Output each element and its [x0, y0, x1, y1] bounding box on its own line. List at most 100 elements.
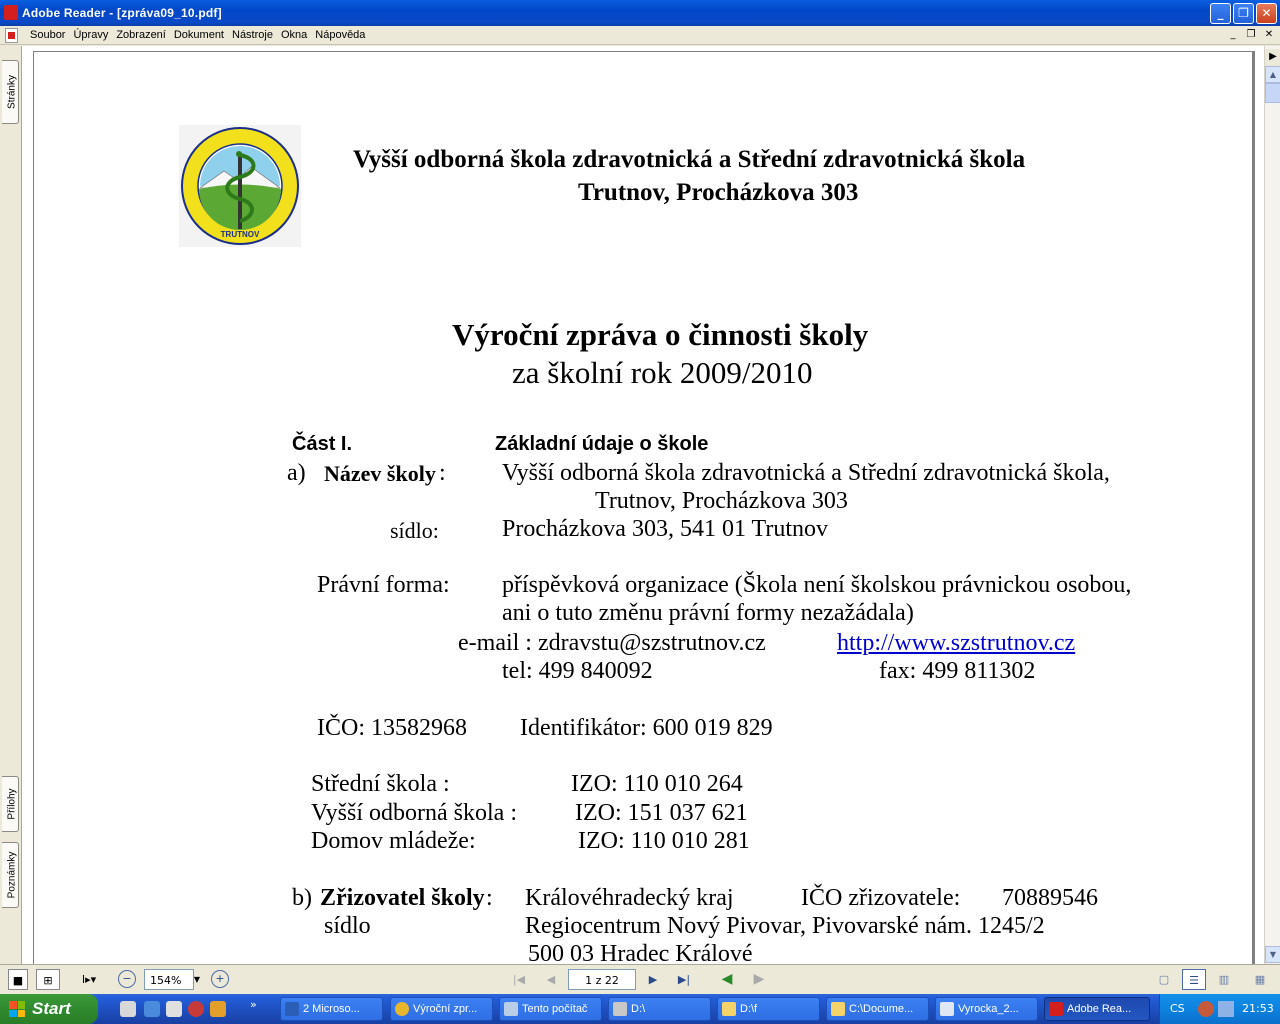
item-b-label: b): [292, 885, 312, 911]
continuous-icon[interactable]: ☰: [1182, 969, 1206, 990]
tool-quicklaunch-icon[interactable]: [210, 1001, 226, 1017]
continuous-facing-icon[interactable]: ▦: [1250, 969, 1270, 990]
app-quicklaunch-icon[interactable]: [188, 1001, 204, 1017]
scroll-down-button[interactable]: ▼: [1265, 946, 1280, 963]
quicklaunch-more-icon[interactable]: »: [250, 998, 257, 1011]
drive-icon: [613, 1002, 627, 1016]
menu-nastroje[interactable]: Nástroje: [228, 28, 277, 42]
menu-soubor[interactable]: Soubor: [26, 28, 69, 42]
tab-attachments-label: Přílohy: [6, 788, 18, 820]
start-button[interactable]: Start: [0, 994, 98, 1024]
menu-upravy[interactable]: Úpravy: [69, 28, 112, 42]
ico-text: IČO: 13582968: [317, 715, 467, 741]
tab-comments-label: Poznámky: [6, 851, 18, 899]
task-adobe-reader[interactable]: Adobe Rea...: [1044, 997, 1150, 1021]
title-bar[interactable]: Adobe Reader - [zpráva09_10.pdf] _ ❐ ✕: [0, 0, 1280, 26]
doc-restore-button[interactable]: ❐: [1244, 28, 1258, 42]
fit-page-icon[interactable]: ■: [8, 969, 28, 990]
previous-page-icon[interactable]: ◀: [540, 969, 562, 990]
menu-dokument[interactable]: Dokument: [170, 28, 228, 42]
scroll-up-button[interactable]: ▲: [1265, 66, 1280, 83]
panel-arrow-icon[interactable]: ▶: [1265, 49, 1280, 66]
menu-okna[interactable]: Okna: [277, 28, 311, 42]
doc-close-button[interactable]: ✕: [1262, 28, 1276, 42]
task-documents[interactable]: C:\Docume...: [826, 997, 929, 1021]
close-button[interactable]: ✕: [1256, 3, 1277, 24]
email-text: e-mail : zdravstu@szstrutnov.cz: [458, 630, 766, 656]
media-player-icon[interactable]: [166, 1001, 182, 1017]
first-page-icon[interactable]: |◀: [508, 969, 530, 990]
identifikator-text: Identifikátor: 600 019 829: [520, 715, 773, 741]
network-icon[interactable]: [1218, 1001, 1234, 1017]
page-number-input[interactable]: 1 z 22: [568, 969, 636, 990]
ie-icon[interactable]: [144, 1001, 160, 1017]
system-tray: CS 21:53: [1159, 994, 1280, 1024]
task-folder-f[interactable]: D:\f: [717, 997, 820, 1021]
fax-text: fax: 499 811302: [879, 658, 1036, 684]
zoom-in-icon[interactable]: +: [211, 970, 229, 988]
zoom-input[interactable]: 154%: [144, 969, 194, 990]
facing-icon[interactable]: ▥: [1214, 969, 1234, 990]
menu-zobrazeni[interactable]: Zobrazení: [112, 28, 170, 42]
show-desktop-icon[interactable]: [120, 1001, 136, 1017]
folder-icon: [831, 1002, 845, 1016]
document-view[interactable]: TRUTNOV Vyšší odborná škola zdravotnická…: [22, 46, 1264, 964]
tab-comments[interactable]: Poznámky: [2, 842, 19, 908]
document-icon: [940, 1002, 954, 1016]
school-logo: TRUTNOV: [179, 125, 301, 247]
minimize-button[interactable]: _: [1210, 3, 1231, 24]
task-browser[interactable]: Výroční zpr...: [390, 997, 493, 1021]
last-page-icon[interactable]: ▶|: [672, 969, 696, 990]
tray-expand-icon[interactable]: [1198, 1001, 1214, 1017]
word-icon: [285, 1002, 299, 1016]
zoom-dropdown-icon[interactable]: ▼: [192, 969, 202, 990]
next-page-icon[interactable]: ▶: [642, 969, 664, 990]
nazev-colon: :: [439, 460, 446, 486]
task-drive-d[interactable]: D:\: [608, 997, 711, 1021]
language-indicator[interactable]: CS: [1170, 1002, 1185, 1015]
zrizovatel-ico-value: 70889546: [1002, 885, 1098, 911]
taskbar: Start » 2 Microso... Výroční zpr... Tent…: [0, 994, 1280, 1024]
zoom-out-icon[interactable]: −: [118, 970, 136, 988]
tel-text: tel: 499 840092: [502, 658, 653, 684]
svg-text:TRUTNOV: TRUTNOV: [221, 230, 260, 239]
actual-size-icon[interactable]: ⊞: [36, 969, 60, 990]
select-tool-icon[interactable]: I▸▾: [74, 969, 104, 990]
go-back-icon[interactable]: ◀: [716, 969, 738, 990]
zrizovatel-address-2: 500 03 Hradec Králové: [528, 941, 753, 964]
vos-label: Vyšší odborná škola :: [311, 800, 517, 826]
task-vyrocka[interactable]: Vyrocka_2...: [935, 997, 1038, 1021]
nazev-label: Název školy: [324, 461, 436, 486]
vertical-scrollbar[interactable]: ▶ ▲ ▼: [1264, 46, 1280, 964]
part-label: Část I.: [292, 433, 353, 455]
status-bar: ■ ⊞ I▸▾ − 154% ▼ + |◀ ◀ 1 z 22 ▶ ▶| ◀ ▶ …: [0, 964, 1280, 994]
window-title: Adobe Reader - [zpráva09_10.pdf]: [22, 6, 222, 20]
go-forward-icon[interactable]: ▶: [748, 969, 770, 990]
browser-icon: [395, 1002, 409, 1016]
website-link[interactable]: http://www.szstrutnov.cz: [837, 630, 1075, 657]
vos-izo: IZO: 151 037 621: [575, 800, 748, 826]
clock[interactable]: 21:53: [1242, 1002, 1274, 1015]
zrizovatel-value: Královéhradecký kraj: [525, 885, 734, 911]
scroll-thumb[interactable]: [1265, 83, 1280, 103]
computer-icon: [504, 1002, 518, 1016]
single-page-icon[interactable]: ▢: [1154, 969, 1174, 990]
tab-attachments[interactable]: Přílohy: [2, 776, 19, 832]
tab-pages-label: Stránky: [6, 75, 18, 109]
sidlo-value: Procházkova 303, 541 01 Trutnov: [502, 516, 828, 542]
task-microsoft-word[interactable]: 2 Microso...: [280, 997, 383, 1021]
nazev-value-1: Vyšší odborná škola zdravotnická a Střed…: [502, 460, 1110, 486]
tab-pages[interactable]: Stránky: [2, 60, 19, 124]
task-my-computer[interactable]: Tento počítač: [499, 997, 602, 1021]
zrizovatel-ico-label: IČO zřizovatele:: [801, 885, 961, 911]
nazev-value-2: Trutnov, Procházkova 303: [595, 488, 848, 514]
doc-minimize-button[interactable]: _: [1226, 28, 1240, 42]
document-icon[interactable]: [5, 28, 18, 43]
menu-napoveda[interactable]: Nápověda: [311, 28, 369, 42]
zrizovatel-colon: :: [486, 885, 493, 911]
restore-button[interactable]: ❐: [1233, 3, 1254, 24]
adobe-reader-icon: [1049, 1002, 1063, 1016]
part-title: Základní údaje o škole: [495, 433, 709, 455]
adobe-reader-icon: [4, 5, 18, 20]
zrizovatel-address-1: Regiocentrum Nový Pivovar, Pivovarské ná…: [525, 913, 1045, 939]
